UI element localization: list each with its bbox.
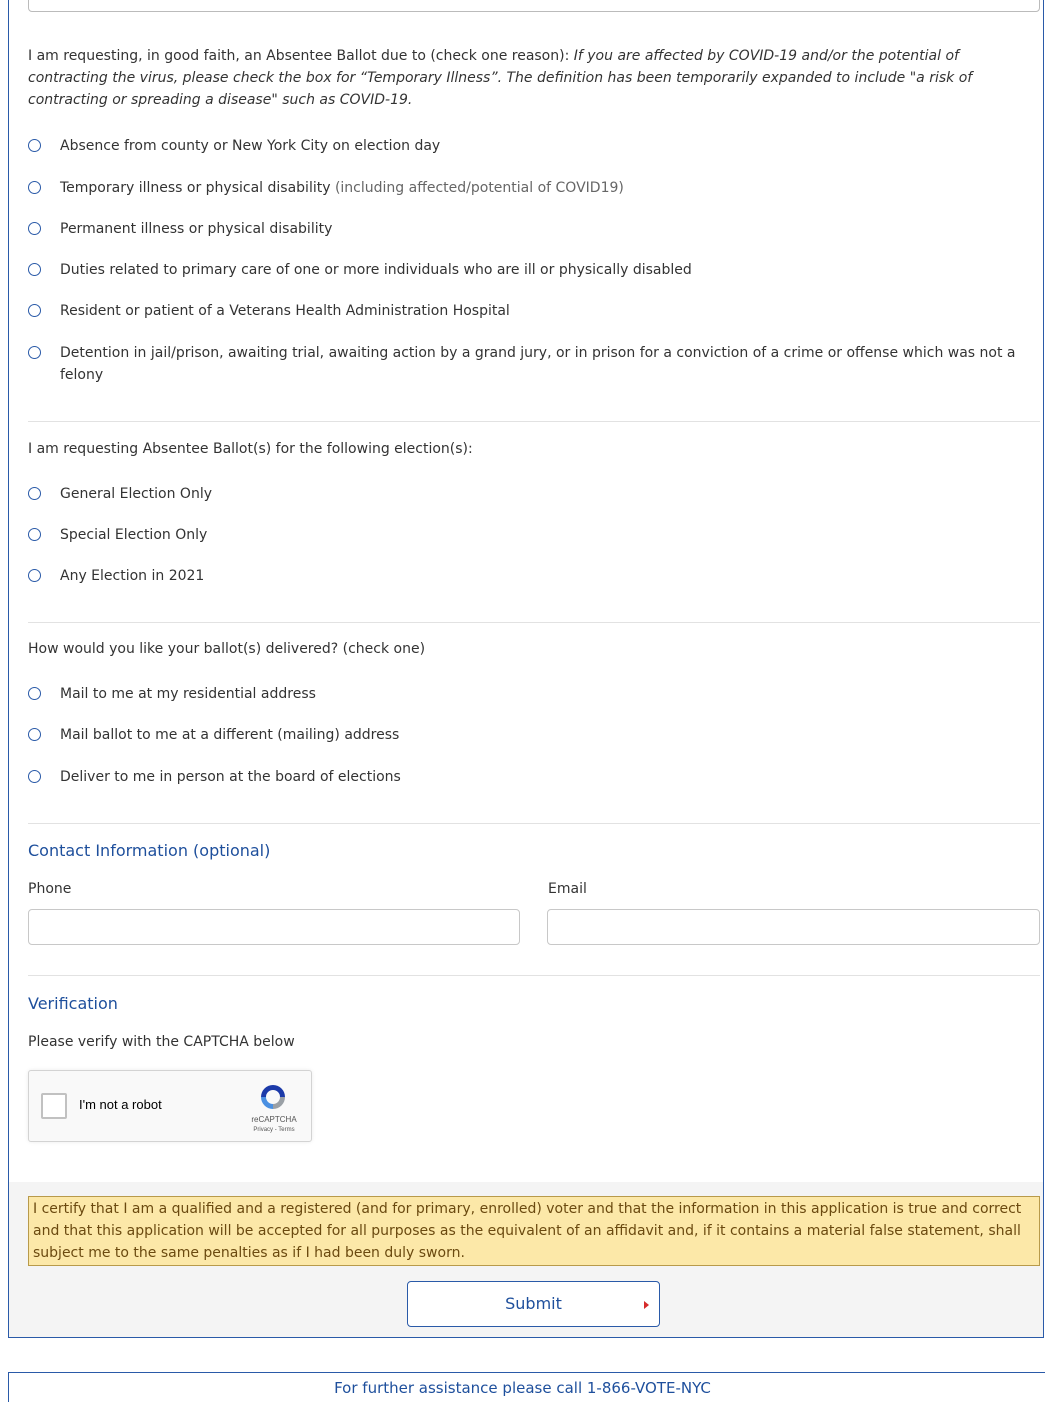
radio-button[interactable]: [28, 728, 41, 741]
radio-button[interactable]: [28, 263, 41, 276]
section-divider: [28, 823, 1040, 824]
election-option-label: Special Election Only: [60, 527, 208, 543]
election-option-label: Any Election in 2021: [60, 568, 205, 584]
reason-option-veterans-hospital[interactable]: Resident or patient of a Veterans Health…: [28, 300, 1028, 322]
radio-button[interactable]: [28, 487, 41, 500]
captcha-brand: reCAPTCHA: [251, 1115, 297, 1124]
delivery-option-label: Mail to me at my residential address: [60, 686, 316, 702]
radio-button[interactable]: [28, 528, 41, 541]
radio-button[interactable]: [28, 770, 41, 783]
radio-button[interactable]: [28, 687, 41, 700]
radio-button[interactable]: [28, 569, 41, 582]
previous-field-input[interactable]: [28, 0, 1040, 12]
delivery-option-label: Mail ballot to me at a different (mailin…: [60, 727, 400, 743]
election-question: I am requesting Absentee Ballot(s) for t…: [28, 441, 473, 457]
email-input[interactable]: [547, 909, 1040, 945]
radio-button[interactable]: [28, 222, 41, 235]
section-divider: [28, 622, 1040, 623]
verification-section-title: Verification: [28, 994, 118, 1013]
reason-question: I am requesting, in good faith, an Absen…: [28, 45, 1036, 111]
footer-assistance-text: For further assistance please call 1-866…: [334, 1379, 711, 1397]
reason-option-permanent-illness[interactable]: Permanent illness or physical disability: [28, 218, 1028, 240]
certification-notice: I certify that I am a qualified and a re…: [28, 1196, 1040, 1266]
reason-option-primary-care[interactable]: Duties related to primary care of one or…: [28, 259, 1028, 281]
recaptcha-widget: I'm not a robot reCAPTCHA Privacy - Term…: [28, 1070, 312, 1142]
radio-button[interactable]: [28, 181, 41, 194]
reason-option-detention[interactable]: Detention in jail/prison, awaiting trial…: [28, 342, 1028, 386]
submit-button[interactable]: Submit: [407, 1281, 660, 1327]
delivery-option-mailing[interactable]: Mail ballot to me at a different (mailin…: [28, 724, 1028, 746]
recaptcha-logo-icon: [261, 1085, 285, 1109]
reason-option-note: (including affected/potential of COVID19…: [330, 180, 624, 196]
captcha-label: I'm not a robot: [79, 1097, 162, 1112]
reason-option-label: Absence from county or New York City on …: [60, 138, 441, 154]
delivery-option-residential[interactable]: Mail to me at my residential address: [28, 683, 1028, 705]
email-label: Email: [548, 881, 587, 897]
reason-option-label: Resident or patient of a Veterans Health…: [60, 303, 510, 319]
captcha-privacy-terms-link[interactable]: Privacy - Terms: [239, 1127, 309, 1133]
phone-input[interactable]: [28, 909, 520, 945]
election-option-label: General Election Only: [60, 486, 213, 502]
reason-option-temporary-illness[interactable]: Temporary illness or physical disability…: [28, 177, 1028, 199]
delivery-option-in-person[interactable]: Deliver to me in person at the board of …: [28, 766, 1028, 788]
reason-option-text: Temporary illness or physical disability: [60, 180, 331, 196]
radio-button[interactable]: [28, 346, 41, 359]
captcha-checkbox[interactable]: [41, 1093, 67, 1119]
reason-option-absence[interactable]: Absence from county or New York City on …: [28, 135, 1028, 157]
section-divider: [28, 421, 1040, 422]
phone-label: Phone: [28, 881, 72, 897]
radio-button[interactable]: [28, 304, 41, 317]
radio-button[interactable]: [28, 139, 41, 152]
reason-option-label: Temporary illness or physical disability…: [60, 177, 1020, 199]
delivery-option-label: Deliver to me in person at the board of …: [60, 769, 401, 785]
contact-section-title: Contact Information (optional): [28, 841, 271, 860]
section-divider: [28, 975, 1040, 976]
election-option-any-2021[interactable]: Any Election in 2021: [28, 565, 1028, 587]
submit-label: Submit: [505, 1294, 562, 1313]
election-option-general[interactable]: General Election Only: [28, 483, 1028, 505]
captcha-instruction: Please verify with the CAPTCHA below: [28, 1034, 295, 1050]
delivery-question: How would you like your ballot(s) delive…: [28, 641, 426, 657]
election-option-special[interactable]: Special Election Only: [28, 524, 1028, 546]
reason-option-label: Duties related to primary care of one or…: [60, 262, 692, 278]
arrow-right-icon: [644, 1301, 649, 1309]
reason-intro: I am requesting, in good faith, an Absen…: [28, 48, 574, 64]
reason-option-label: Permanent illness or physical disability: [60, 221, 333, 237]
reason-option-label: Detention in jail/prison, awaiting trial…: [60, 345, 1016, 383]
